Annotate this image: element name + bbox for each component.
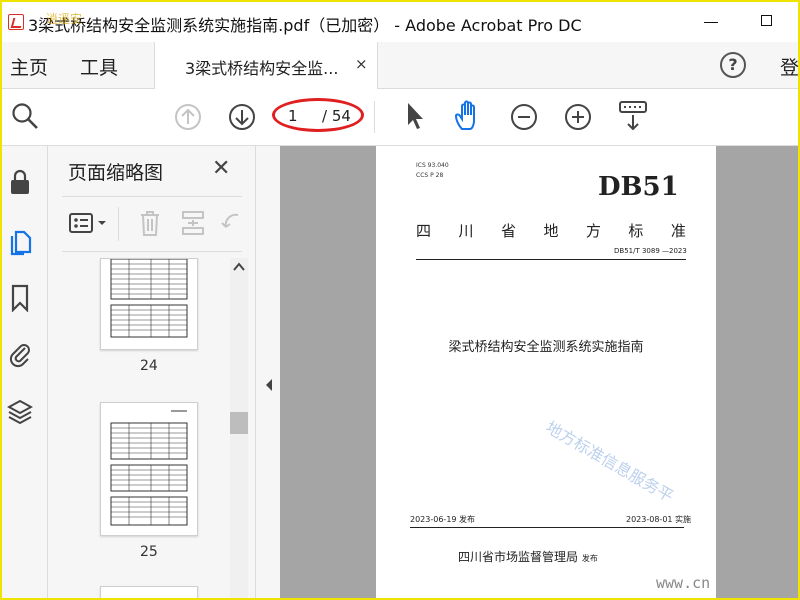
standard-category: 四 川 省 地 方 标 准 <box>416 220 686 241</box>
tab-document-label: 3梁式桥结构安全监... <box>185 59 339 78</box>
hand-tool-icon[interactable] <box>452 99 486 133</box>
pdf-page: ICS 93.040 CCS P 28 DB51 四 川 省 地 方 标 准 D… <box>376 146 716 598</box>
acrobat-pdf-icon <box>8 14 24 30</box>
delete-page-icon[interactable] <box>138 209 162 237</box>
page-number-field[interactable]: 1 / 54 <box>276 103 362 131</box>
layers-icon[interactable] <box>7 398 33 426</box>
scrollbar-thumb[interactable] <box>230 412 248 434</box>
tab-document[interactable]: 3梁式桥结构安全监... × <box>154 42 378 89</box>
keyboard-scroll-icon[interactable] <box>618 99 648 133</box>
minimize-icon[interactable] <box>700 10 724 34</box>
site-logo-watermark: 逍遥安 <box>46 12 83 26</box>
tab-tools[interactable]: 工具 <box>80 53 118 80</box>
rotate-page-icon[interactable] <box>220 209 242 237</box>
issuing-authority: 四川省市场监督管理局 发布 <box>458 548 598 565</box>
window-title: 3梁式桥结构安全监测系统实施指南.pdf（已加密） - Adobe Acroba… <box>28 16 582 35</box>
issue-date: 2023-06-19 发布 <box>410 515 476 524</box>
thumbnail-table-image <box>110 258 188 338</box>
previous-page-icon[interactable] <box>174 103 202 131</box>
zoom-out-icon[interactable] <box>510 103 538 131</box>
thumbnail-page-number: 25 <box>140 544 158 560</box>
ccs-code: CCS P 28 <box>416 172 444 179</box>
footer-rule <box>410 527 684 528</box>
document-view[interactable]: ICS 93.040 CCS P 28 DB51 四 川 省 地 方 标 准 D… <box>280 146 798 598</box>
zoom-in-icon[interactable] <box>564 103 592 131</box>
panel-toolbar <box>62 196 242 252</box>
issuer-suffix: 发布 <box>581 554 598 563</box>
category-char: 四 <box>416 222 432 240</box>
page-thumbnail-24[interactable] <box>100 258 198 350</box>
watermark-text: 地方标准信息服务平 <box>542 417 677 506</box>
header-rule <box>416 259 686 260</box>
site-watermark: www.cn <box>656 574 711 592</box>
implementation-date: 2023-08-01 实施 <box>626 515 692 524</box>
page-thumbnail-25[interactable] <box>100 402 198 536</box>
sign-in-link[interactable]: 登 <box>780 53 798 80</box>
total-pages-label: / 54 <box>322 107 351 125</box>
panel-collapse-bar <box>256 146 280 598</box>
thumbnail-panel: 页面缩略图 ✕ 24 25 <box>48 146 256 598</box>
zoom-search-icon[interactable] <box>10 101 40 131</box>
document-title: 梁式桥结构安全监测系统实施指南 <box>448 340 644 355</box>
thumbnail-page-number: 24 <box>140 358 158 374</box>
select-arrow-icon[interactable] <box>404 101 426 131</box>
standard-code: DB51 <box>598 172 679 202</box>
panel-title: 页面缩略图 <box>68 162 164 184</box>
category-char: 省 <box>500 222 516 240</box>
collapse-panel-icon[interactable] <box>264 378 274 392</box>
toolbar: 1 / 54 <box>2 89 798 146</box>
page-thumbnails-icon[interactable] <box>8 226 34 256</box>
lock-icon[interactable] <box>9 168 31 196</box>
close-panel-icon[interactable]: ✕ <box>212 156 230 181</box>
current-page-input[interactable]: 1 <box>288 107 298 125</box>
standard-number: DB51/T 3089 —2023 <box>614 247 687 255</box>
toolbar-divider <box>374 101 375 133</box>
extract-page-icon[interactable] <box>180 209 206 237</box>
category-char: 标 <box>628 222 644 240</box>
thumbnail-options-icon[interactable] <box>68 211 110 235</box>
bookmark-icon[interactable] <box>10 284 30 312</box>
thumbnail-table-image <box>110 410 188 526</box>
issuer-name: 四川省市场监督管理局 <box>458 550 579 564</box>
close-tab-icon[interactable]: × <box>355 55 368 73</box>
maximize-icon[interactable] <box>756 10 780 34</box>
ics-code: ICS 93.040 <box>416 162 449 169</box>
category-char: 准 <box>670 222 686 240</box>
category-char: 地 <box>543 222 559 240</box>
tab-row: 主页 工具 3梁式桥结构安全监... × ? 登 <box>2 42 798 89</box>
category-char: 方 <box>585 222 601 240</box>
navigation-rail <box>2 146 48 598</box>
panel-toolbar-divider <box>118 207 119 241</box>
title-bar: 3梁式桥结构安全监测系统实施指南.pdf（已加密） - Adobe Acroba… <box>2 2 798 42</box>
category-char: 川 <box>458 222 474 240</box>
app-window: 3梁式桥结构安全监测系统实施指南.pdf（已加密） - Adobe Acroba… <box>0 0 800 600</box>
attachment-icon[interactable] <box>8 340 32 368</box>
scroll-up-icon[interactable] <box>233 262 245 272</box>
tab-home[interactable]: 主页 <box>10 53 48 80</box>
help-icon[interactable]: ? <box>720 52 746 78</box>
next-page-icon[interactable] <box>228 103 256 131</box>
page-thumbnail-26[interactable] <box>100 586 198 598</box>
